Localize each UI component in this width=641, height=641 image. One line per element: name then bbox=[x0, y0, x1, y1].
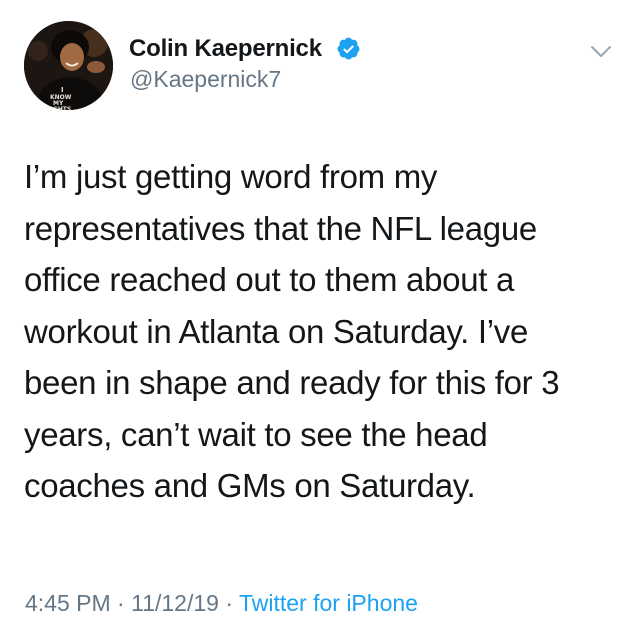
tweet-time[interactable]: 4:45 PM bbox=[25, 590, 111, 616]
display-name[interactable]: Colin Kaepernick bbox=[129, 35, 322, 63]
tweet-meta: 4:45 PM · 11/12/19 · Twitter for iPhone bbox=[25, 590, 418, 617]
handle[interactable]: @Kaepernick7 bbox=[130, 66, 281, 93]
tweet-source-link[interactable]: Twitter for iPhone bbox=[239, 590, 418, 616]
meta-separator: · bbox=[110, 590, 132, 616]
meta-separator: · bbox=[218, 590, 239, 616]
tweet-card: I KNOW MY RIGHTS Colin Kaepernick @Kaepe… bbox=[0, 0, 641, 641]
avatar[interactable]: I KNOW MY RIGHTS bbox=[24, 21, 113, 110]
tweet-text: I’m just getting word from my representa… bbox=[24, 158, 560, 504]
verified-badge-icon bbox=[337, 37, 360, 60]
avatar-shirt-text: I bbox=[61, 86, 64, 94]
svg-text:RIGHTS: RIGHTS bbox=[46, 106, 71, 110]
chevron-down-icon[interactable] bbox=[590, 45, 612, 59]
tweet-date[interactable]: 11/12/19 bbox=[131, 590, 219, 616]
profile-photo-avatar: I KNOW MY RIGHTS bbox=[24, 21, 113, 110]
